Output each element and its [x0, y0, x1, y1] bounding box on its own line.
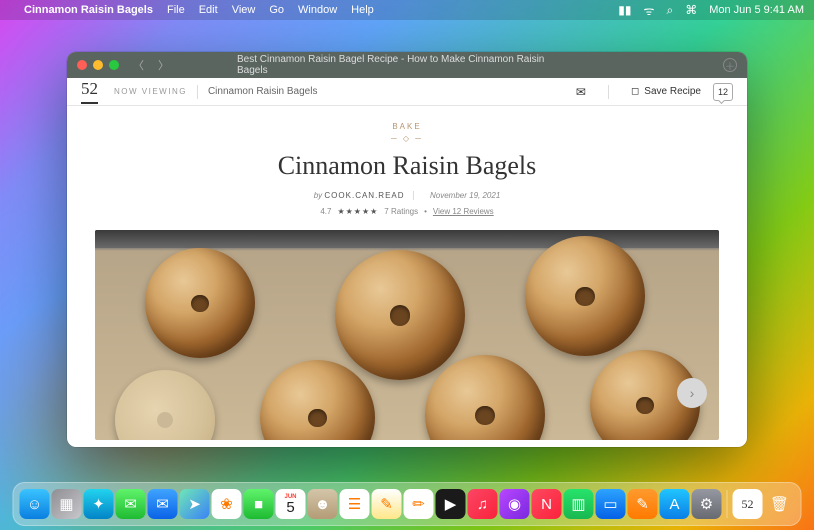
- datetime[interactable]: Mon Jun 5 9:41 AM: [709, 4, 804, 16]
- separator: [608, 85, 609, 99]
- dock-messages[interactable]: ✉: [116, 489, 146, 519]
- bullet: •: [424, 207, 427, 216]
- recipe-title: Cinnamon Raisin Bagels: [81, 151, 733, 181]
- minimize-button[interactable]: [93, 60, 103, 70]
- fullscreen-button[interactable]: [109, 60, 119, 70]
- dock-music[interactable]: ♫: [468, 489, 498, 519]
- page-header: 52 NOW VIEWING Cinnamon Raisin Bagels ✉ …: [67, 78, 747, 106]
- menu-view[interactable]: View: [232, 4, 256, 16]
- category-label[interactable]: BAKE: [81, 122, 733, 131]
- hero-image: ›: [95, 230, 719, 440]
- save-recipe-button[interactable]: ◻ Save Recipe: [631, 86, 701, 97]
- back-button[interactable]: 〈: [133, 57, 144, 73]
- close-button[interactable]: [77, 60, 87, 70]
- dock-freeform[interactable]: ✏: [404, 489, 434, 519]
- add-button[interactable]: ＋: [723, 58, 737, 72]
- battery-icon[interactable]: ▮▮: [618, 3, 631, 17]
- titlebar[interactable]: 〈 〉 Best Cinnamon Raisin Bagel Recipe - …: [67, 52, 747, 78]
- dock-finder[interactable]: ☺: [20, 489, 50, 519]
- search-icon[interactable]: ⌕: [666, 3, 673, 18]
- by-label: by: [314, 191, 322, 200]
- menu-window[interactable]: Window: [298, 4, 337, 16]
- menu-edit[interactable]: Edit: [199, 4, 218, 16]
- separator: [197, 85, 198, 99]
- now-viewing-label: NOW VIEWING: [114, 87, 187, 96]
- menu-go[interactable]: Go: [269, 4, 284, 16]
- dock-separator: [727, 490, 728, 518]
- dock-mail[interactable]: ✉: [148, 489, 178, 519]
- dock-facetime[interactable]: ■: [244, 489, 274, 519]
- dock: ☺▦✦✉✉➤❀■JUN5☻☰✎✏▶♫◉N▥▭✎A⚙52🗑: [13, 482, 802, 526]
- dock-reminders[interactable]: ☰: [340, 489, 370, 519]
- reviews-link[interactable]: View 12 Reviews: [433, 207, 494, 216]
- star-icons: ★★★★★: [337, 207, 378, 216]
- dock-food52[interactable]: 52: [733, 489, 763, 519]
- dock-appstore[interactable]: A: [660, 489, 690, 519]
- publish-date: November 19, 2021: [430, 191, 500, 200]
- menu-file[interactable]: File: [167, 4, 185, 16]
- recipe-content: BAKE ─ ◇ ─ Cinnamon Raisin Bagels by COO…: [67, 106, 747, 440]
- dock-podcasts[interactable]: ◉: [500, 489, 530, 519]
- dock-tv[interactable]: ▶: [436, 489, 466, 519]
- dock-numbers[interactable]: ▥: [564, 489, 594, 519]
- dock-launchpad[interactable]: ▦: [52, 489, 82, 519]
- dock-news[interactable]: N: [532, 489, 562, 519]
- save-label: Save Recipe: [644, 86, 701, 97]
- app-name[interactable]: Cinnamon Raisin Bagels: [24, 4, 153, 16]
- dock-settings[interactable]: ⚙: [692, 489, 722, 519]
- dock-photos[interactable]: ❀: [212, 489, 242, 519]
- wifi-icon[interactable]: ᯤ: [644, 2, 655, 19]
- mail-icon[interactable]: ✉: [576, 85, 586, 99]
- menu-help[interactable]: Help: [351, 4, 374, 16]
- control-center-icon[interactable]: ⌘: [685, 3, 697, 17]
- separator: [413, 191, 414, 200]
- dock-calendar[interactable]: JUN5: [276, 489, 306, 519]
- next-image-button[interactable]: ›: [677, 378, 707, 408]
- dock-notes[interactable]: ✎: [372, 489, 402, 519]
- forward-button[interactable]: 〉: [158, 57, 169, 73]
- window-title: Best Cinnamon Raisin Bagel Recipe - How …: [237, 54, 577, 76]
- app-window: 〈 〉 Best Cinnamon Raisin Bagel Recipe - …: [67, 52, 747, 447]
- dock-pages[interactable]: ✎: [628, 489, 658, 519]
- rating-row: 4.7 ★★★★★ 7 Ratings • View 12 Reviews: [81, 207, 733, 216]
- byline: by COOK.CAN.READ November 19, 2021: [81, 191, 733, 200]
- dock-maps[interactable]: ➤: [180, 489, 210, 519]
- viewing-title: Cinnamon Raisin Bagels: [208, 86, 318, 97]
- rating-value: 4.7: [320, 207, 331, 216]
- comment-count-badge[interactable]: 12: [713, 83, 733, 101]
- menubar: Cinnamon Raisin Bagels File Edit View Go…: [0, 0, 814, 20]
- ratings-count: 7 Ratings: [384, 207, 418, 216]
- bookmark-icon: ◻: [631, 86, 639, 97]
- dock-keynote[interactable]: ▭: [596, 489, 626, 519]
- dock-contacts[interactable]: ☻: [308, 489, 338, 519]
- dock-trash[interactable]: 🗑: [765, 489, 795, 519]
- ornament: ─ ◇ ─: [81, 134, 733, 143]
- dock-safari[interactable]: ✦: [84, 489, 114, 519]
- author-link[interactable]: COOK.CAN.READ: [324, 191, 404, 200]
- site-logo[interactable]: 52: [81, 79, 98, 104]
